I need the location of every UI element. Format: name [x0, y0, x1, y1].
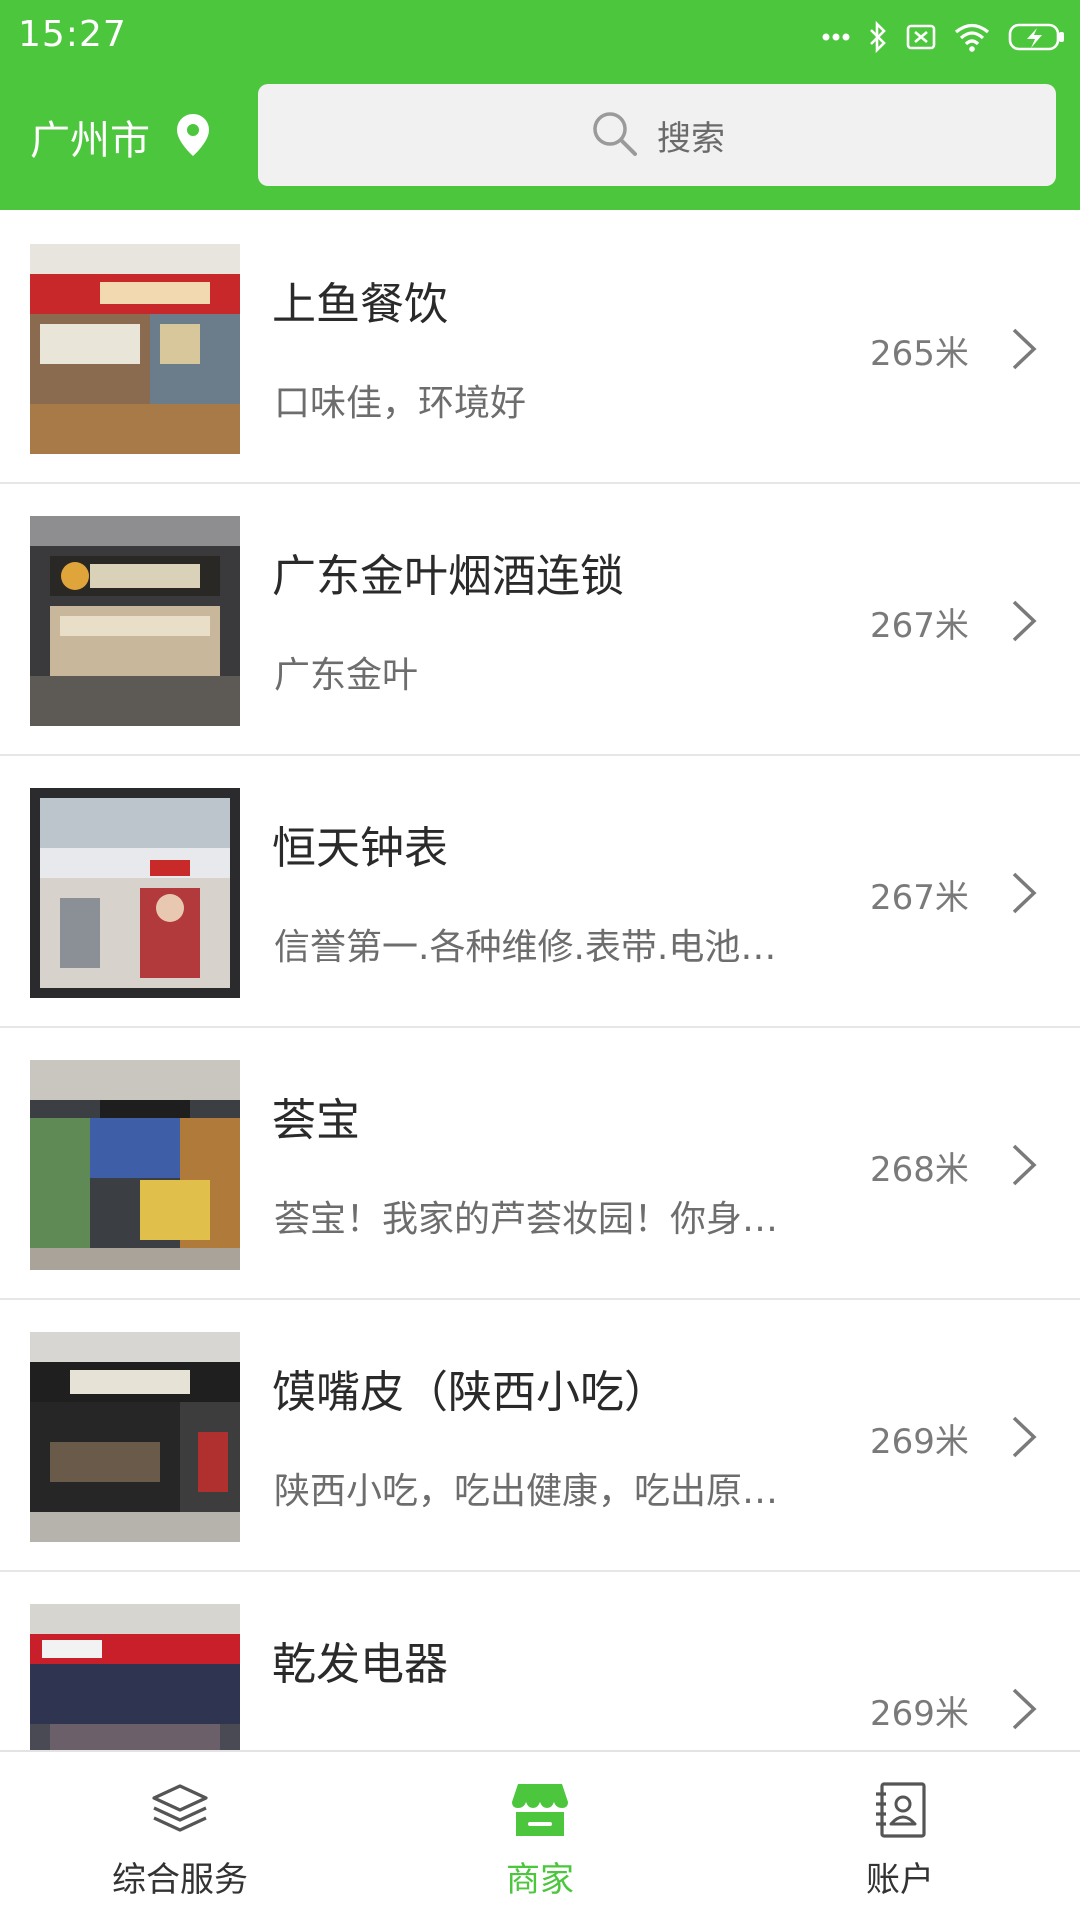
status-icons [822, 18, 1066, 56]
merchant-photo [30, 1060, 240, 1270]
merchant-photo [30, 1332, 240, 1542]
store-icon [512, 1784, 568, 1836]
nav-item-services[interactable]: 综合服务 [60, 1752, 300, 1920]
merchant-row[interactable]: 恒天钟表 信誉第一.各种维修.表带.电池… 267米 [0, 756, 1080, 1028]
chevron-right-icon [1012, 872, 1037, 914]
top-header: 15:27 广州市 搜索 [0, 0, 1080, 210]
merchant-row[interactable]: 乾发电器 269米 [0, 1572, 1080, 1750]
nav-label-services: 综合服务 [112, 1860, 248, 1900]
merchant-list[interactable]: 上鱼餐饮 口味佳，环境好 265米 广东金叶烟酒连锁 广东金叶 267米 恒天钟… [0, 212, 1080, 1750]
bluetooth-icon [868, 21, 888, 53]
chevron-right-icon [1012, 600, 1037, 642]
bottom-nav: 综合服务 商家 账户 [0, 1750, 1080, 1920]
merchant-description: 陕西小吃，吃出健康，吃出原… [274, 1471, 779, 1512]
merchant-name: 上鱼餐饮 [272, 279, 448, 330]
merchant-row[interactable]: 荟宝 荟宝！我家的芦荟妆园！你身… 268米 [0, 1028, 1080, 1300]
merchant-photo [30, 244, 240, 454]
merchant-distance: 265米 [870, 334, 969, 374]
merchant-description: 广东金叶 [274, 655, 419, 696]
nav-item-account[interactable]: 账户 [780, 1752, 1020, 1920]
battery-charging-icon [1008, 22, 1066, 52]
search-icon [589, 108, 639, 162]
merchant-photo [30, 788, 240, 998]
merchant-distance: 268米 [870, 1150, 969, 1190]
location-pin-icon [176, 113, 210, 161]
chevron-right-icon [1012, 1688, 1037, 1730]
search-input[interactable]: 搜索 [258, 84, 1056, 186]
merchant-distance: 269米 [870, 1694, 969, 1734]
merchant-distance: 269米 [870, 1422, 969, 1462]
wifi-icon [954, 22, 990, 52]
merchant-row[interactable]: 广东金叶烟酒连锁 广东金叶 267米 [0, 484, 1080, 756]
merchant-name: 恒天钟表 [272, 823, 448, 874]
more-dots-icon [822, 32, 850, 42]
city-selector[interactable]: 广州市 [30, 108, 210, 166]
merchant-distance: 267米 [870, 878, 969, 918]
merchant-row[interactable]: 上鱼餐饮 口味佳，环境好 265米 [0, 212, 1080, 484]
search-placeholder: 搜索 [657, 118, 725, 159]
nav-label-merchants: 商家 [506, 1860, 574, 1900]
app-screen: 15:27 广州市 搜索 上鱼餐饮 口味佳，环境好 265米 广东金叶烟酒连锁 … [0, 0, 1080, 1920]
merchant-photo [30, 516, 240, 726]
merchant-name: 乾发电器 [272, 1639, 448, 1690]
no-sim-icon [906, 24, 936, 50]
chevron-right-icon [1012, 1416, 1037, 1458]
city-name: 广州市 [30, 118, 150, 164]
chevron-right-icon [1012, 328, 1037, 370]
chevron-right-icon [1012, 1144, 1037, 1186]
merchant-name: 馍嘴皮（陕西小吃） [272, 1367, 668, 1418]
layers-icon [152, 1784, 208, 1832]
merchant-distance: 267米 [870, 606, 969, 646]
merchant-name: 荟宝 [272, 1095, 360, 1146]
merchant-photo [30, 1604, 240, 1750]
nav-label-account: 账户 [866, 1860, 934, 1900]
merchant-description: 口味佳，环境好 [274, 383, 527, 424]
merchant-description: 信誉第一.各种维修.表带.电池… [274, 927, 777, 968]
status-time: 15:27 [18, 14, 127, 55]
merchant-description: 荟宝！我家的芦荟妆园！你身… [274, 1199, 779, 1240]
merchant-row[interactable]: 馍嘴皮（陕西小吃） 陕西小吃，吃出健康，吃出原… 269米 [0, 1300, 1080, 1572]
account-book-icon [876, 1782, 926, 1838]
merchant-name: 广东金叶烟酒连锁 [272, 551, 624, 602]
nav-item-merchants[interactable]: 商家 [420, 1752, 660, 1920]
